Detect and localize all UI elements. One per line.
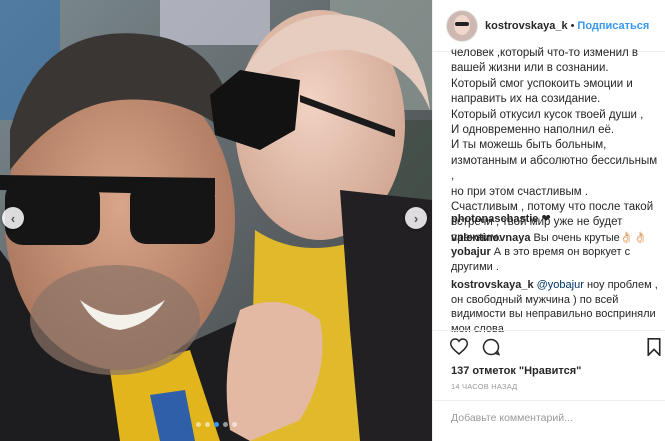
chevron-left-icon[interactable]: ‹ — [2, 207, 24, 229]
carousel-dot — [222, 422, 228, 427]
follow-button[interactable]: Подписаться — [577, 20, 649, 32]
action-bar — [449, 338, 501, 361]
comment-username[interactable]: photonaschastie — [451, 213, 538, 225]
comment-icon[interactable] — [482, 338, 501, 361]
avatar[interactable] — [447, 10, 477, 41]
chevron-right-icon[interactable]: › — [405, 207, 427, 229]
comment-item: valentinovnaya Вы очень крутые👌🏻👌🏻 — [451, 231, 661, 246]
comment-text: ❤ — [541, 213, 551, 225]
carousel-dot — [204, 422, 210, 427]
post-photo[interactable]: ‹ › — [0, 0, 432, 441]
comment-item: photonaschastie ❤ — [451, 212, 661, 227]
comment-username[interactable]: kostrovskaya_k — [451, 279, 534, 291]
comment-username[interactable]: valentinovnaya — [451, 232, 530, 244]
photo-image — [0, 0, 432, 441]
carousel-dot — [195, 422, 201, 427]
comment-item: kostrovskaya_k @yobajur ноу проблем , он… — [451, 278, 661, 336]
comment-item: yobajur А в это время он воркует с други… — [451, 245, 661, 274]
likes-count[interactable]: 137 отметок "Нравится" — [451, 365, 581, 377]
header-separator: • — [570, 19, 575, 32]
divider — [433, 400, 665, 401]
comment-username[interactable]: yobajur — [451, 246, 491, 258]
carousel-indicator — [0, 422, 432, 427]
bookmark-icon[interactable] — [647, 338, 661, 361]
add-comment-input[interactable] — [451, 412, 651, 424]
comment-mention[interactable]: @yobajur — [537, 279, 584, 291]
post-timestamp: 14 ЧАСОВ НАЗАД — [451, 382, 518, 391]
divider — [433, 330, 665, 331]
carousel-dot — [231, 422, 237, 427]
comment-text: Вы очень крутые👌🏻👌🏻 — [533, 232, 648, 244]
post-header: kostrovskaya_k • Подписаться — [433, 0, 665, 52]
heart-icon[interactable] — [449, 338, 469, 361]
carousel-dot-active — [213, 422, 219, 427]
post-username[interactable]: kostrovskaya_k — [485, 20, 568, 32]
post-sidebar: kostrovskaya_k • Подписаться человек ,ко… — [432, 0, 665, 441]
